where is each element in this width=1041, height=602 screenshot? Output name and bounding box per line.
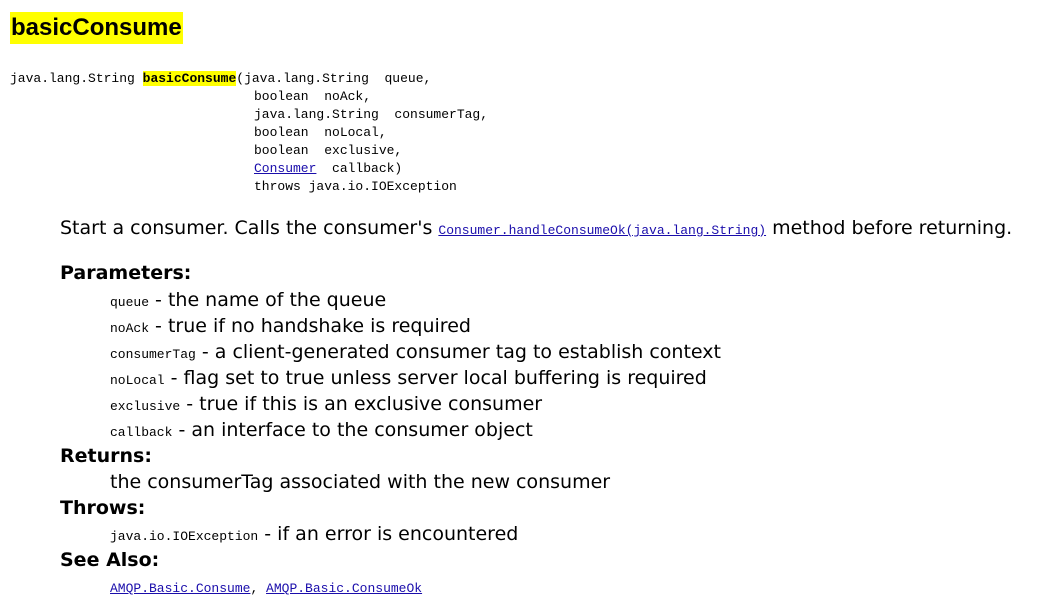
param-item: exclusive - true if this is an exclusive… bbox=[110, 391, 542, 420]
handle-consume-ok-link[interactable]: Consumer.handleConsumeOk(java.lang.Strin… bbox=[438, 223, 766, 238]
see-also-separator: , bbox=[250, 581, 267, 596]
description-text-after: method before returning. bbox=[766, 217, 1013, 239]
param-name: queue bbox=[110, 295, 150, 310]
method-heading: basicConsume bbox=[10, 12, 183, 44]
callback-param-name: callback) bbox=[316, 161, 403, 176]
param-name: noLocal bbox=[110, 373, 165, 388]
param-desc: - a client-generated consumer tag to est… bbox=[195, 341, 721, 363]
param-desc: - an interface to the consumer object bbox=[172, 419, 533, 441]
returns-text: the consumerTag associated with the new … bbox=[110, 471, 611, 493]
signature-param-queue: (java.lang.String queue, bbox=[236, 71, 432, 86]
signature-param-exclusive: boolean exclusive, bbox=[254, 143, 403, 158]
param-name: exclusive bbox=[110, 399, 181, 414]
amqp-basic-consume-link[interactable]: AMQP.Basic.Consume bbox=[110, 581, 250, 596]
returns-label: Returns: bbox=[60, 445, 152, 467]
method-description: Start a consumer. Calls the consumer's C… bbox=[60, 214, 1012, 245]
signature-param-callback: Consumer callback) bbox=[254, 160, 402, 178]
param-name: callback bbox=[110, 425, 173, 440]
signature-method-name: basicConsume bbox=[142, 71, 237, 86]
amqp-basic-consumeok-link[interactable]: AMQP.Basic.ConsumeOk bbox=[266, 581, 422, 596]
param-name: consumerTag bbox=[110, 347, 196, 362]
throws-item: java.io.IOException - if an error is enc… bbox=[110, 521, 518, 550]
parameters-label: Parameters: bbox=[60, 262, 192, 284]
throws-label: Throws: bbox=[60, 497, 146, 519]
see-also-links: AMQP.Basic.Consume, AMQP.Basic.ConsumeOk bbox=[110, 573, 422, 602]
see-also-label: See Also: bbox=[60, 549, 160, 571]
param-desc: - the name of the queue bbox=[149, 289, 387, 311]
return-type: java.lang.String bbox=[10, 71, 135, 86]
signature-param-nolocal: boolean noLocal, bbox=[254, 125, 387, 140]
signature-param-consumertag: java.lang.String consumerTag, bbox=[254, 107, 489, 122]
param-desc: - true if this is an exclusive consumer bbox=[180, 393, 543, 415]
param-item: noLocal - flag set to true unless server… bbox=[110, 365, 707, 394]
consumer-type-link[interactable]: Consumer bbox=[254, 161, 316, 176]
param-desc: - flag set to true unless server local b… bbox=[164, 367, 707, 389]
exception-desc: - if an error is encountered bbox=[258, 523, 519, 545]
signature-first-line: java.lang.String basicConsume(java.lang.… bbox=[10, 70, 431, 88]
param-item: noAck - true if no handshake is required bbox=[110, 313, 471, 342]
signature-throws: throws java.io.IOException bbox=[254, 179, 457, 194]
exception-name: java.io.IOException bbox=[110, 529, 259, 544]
param-item: callback - an interface to the consumer … bbox=[110, 417, 533, 446]
description-text-before: Start a consumer. Calls the consumer's bbox=[60, 217, 439, 239]
param-item: consumerTag - a client-generated consume… bbox=[110, 339, 721, 368]
param-desc: - true if no handshake is required bbox=[149, 315, 471, 337]
signature-param-noack: boolean noAck, bbox=[254, 89, 372, 104]
param-name: noAck bbox=[110, 321, 150, 336]
param-item: queue - the name of the queue bbox=[110, 287, 386, 316]
